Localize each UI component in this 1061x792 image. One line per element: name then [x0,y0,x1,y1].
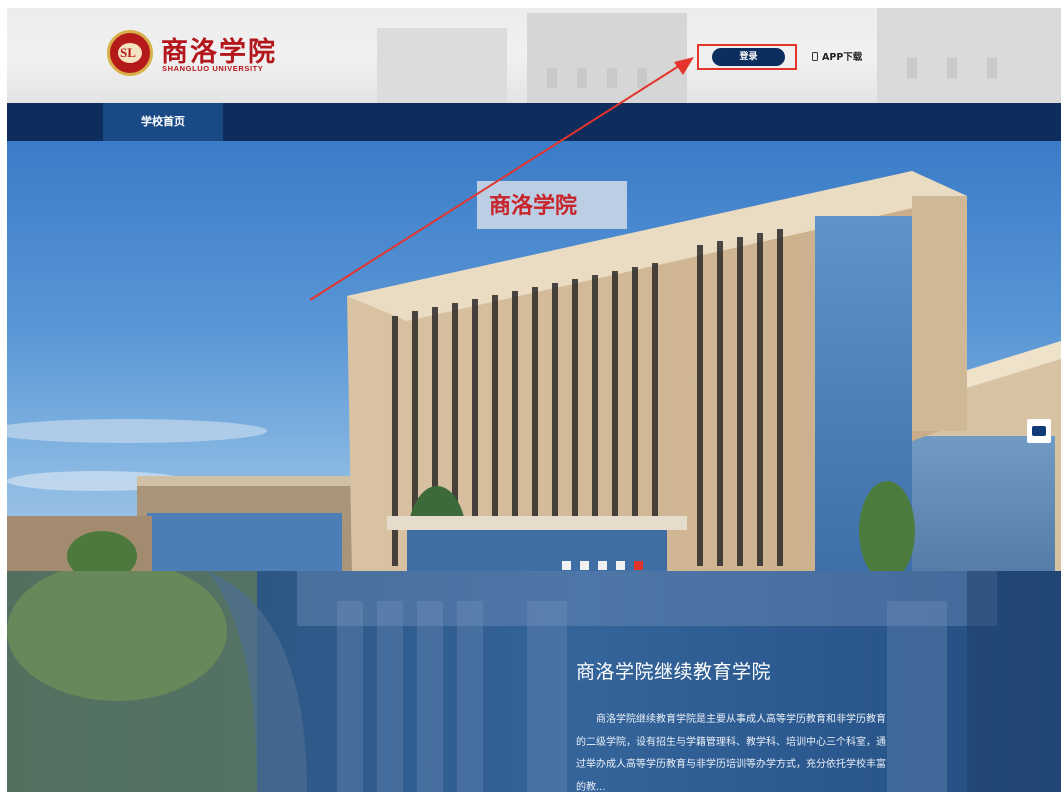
page-frame: SL 商洛学院 SHANGLUO UNIVERSITY 登录 APP下载 学校首… [7,8,1061,792]
slide-dot[interactable] [562,561,571,570]
slide-dot-active[interactable] [634,561,643,570]
app-download-link[interactable]: APP下载 [812,48,862,64]
header-bg-building [377,28,507,103]
hero-banner: 商洛学院 [7,141,1061,571]
phone-icon [812,51,818,61]
logo-emblem-icon: SL [107,30,153,76]
app-download-label: APP下载 [822,52,863,63]
slide-dot[interactable] [616,561,625,570]
intro-paragraph: 商洛学院继续教育学院是主要从事成人高等学历教育和非学历教育的二级学院，设有招生与… [576,714,886,792]
university-logo[interactable]: SL 商洛学院 SHANGLUO UNIVERSITY [107,28,307,78]
site-header: SL 商洛学院 SHANGLUO UNIVERSITY 登录 APP下载 [7,8,1061,103]
rooftop-sign-text: 商洛学院 [489,193,577,219]
colonnade-background [7,571,1061,792]
nav-item-home[interactable]: 学校首页 [103,103,223,141]
slide-dot[interactable] [598,561,607,570]
slide-indicators [562,561,643,570]
logo-emblem-text: SL [120,45,136,60]
campus-building-photo: 商洛学院 [7,171,1061,571]
login-button[interactable]: 登录 [712,48,785,66]
briefcase-icon[interactable] [1027,419,1051,443]
slide-dot[interactable] [580,561,589,570]
college-intro-section: 商洛学院继续教育学院 商洛学院继续教育学院是主要从事成人高等学历教育和非学历教育… [7,571,1061,792]
intro-title: 商洛学院继续教育学院 [576,661,772,683]
main-nav: 学校首页 [7,103,1061,141]
header-bg-building [877,8,1061,103]
logo-name-en: SHANGLUO UNIVERSITY [162,64,264,73]
header-bg-building [527,13,687,103]
